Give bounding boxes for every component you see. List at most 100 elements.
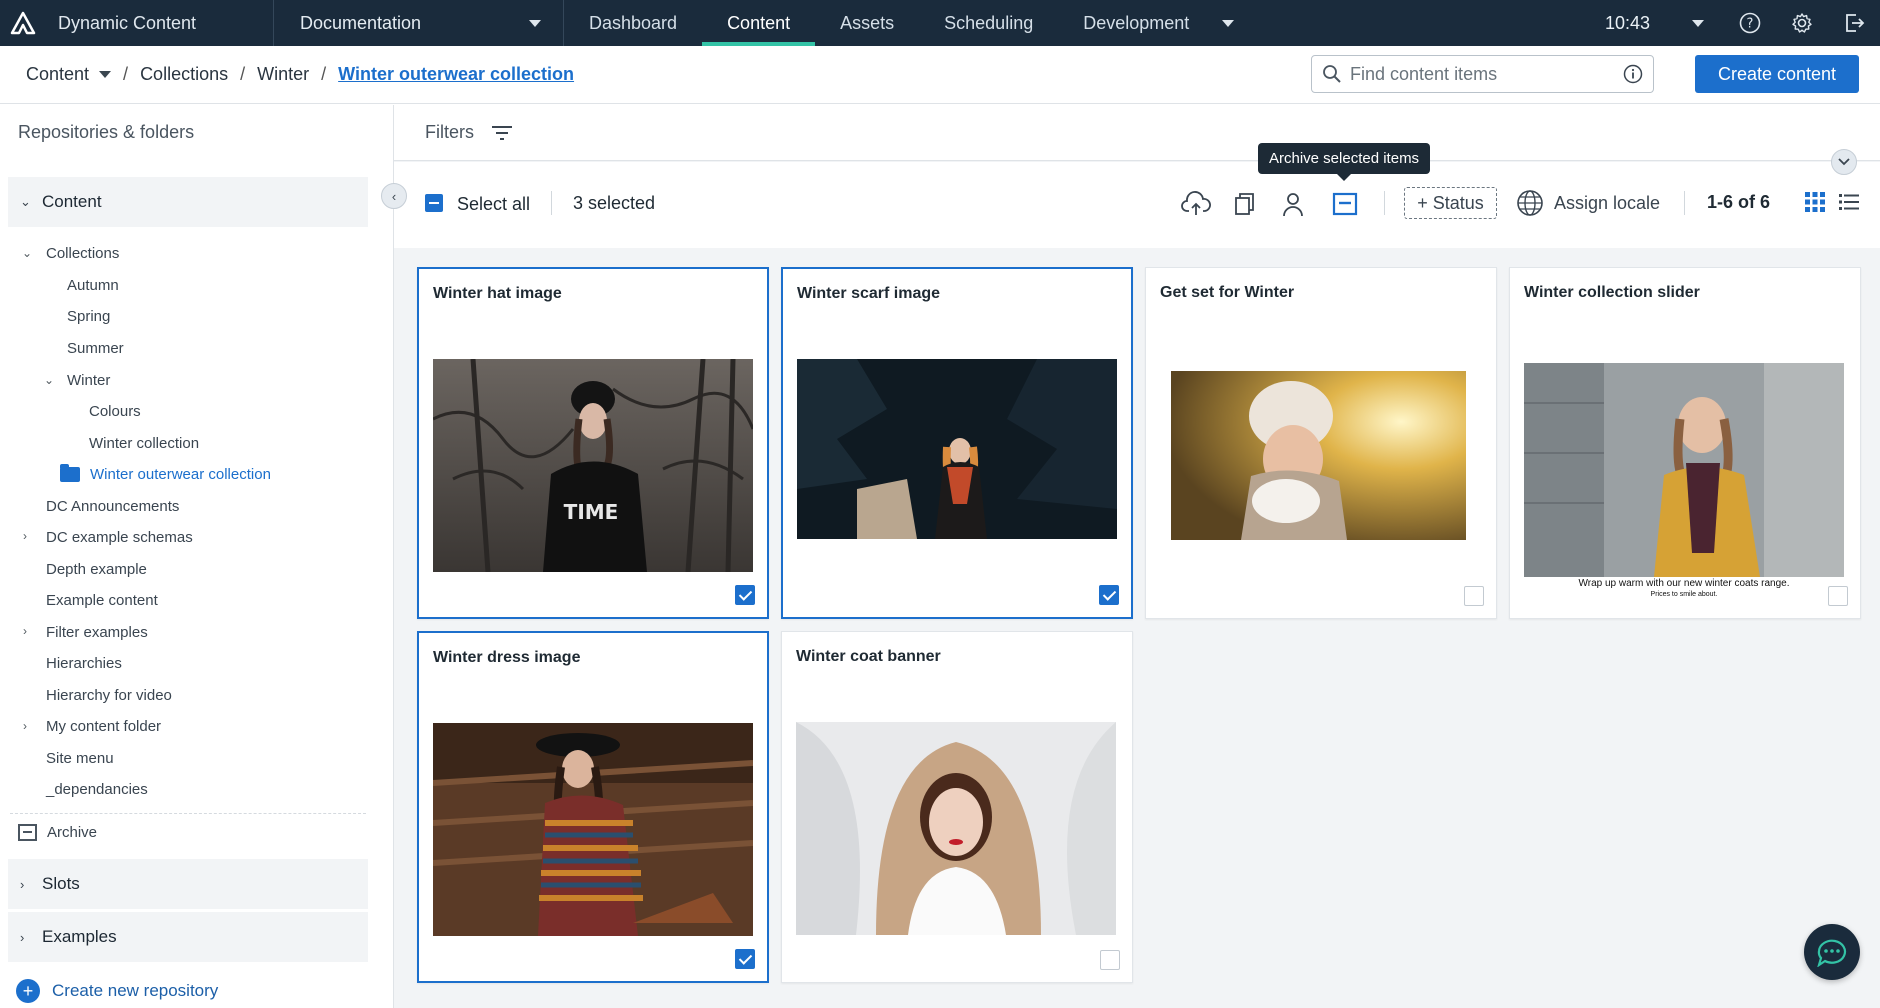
nav-content[interactable]: Content	[702, 0, 816, 46]
content-card[interactable]: Winter collection slider Wrap up warm wi…	[1509, 267, 1861, 619]
breadcrumb-separator: /	[321, 64, 327, 84]
chevron-right-icon: ›	[20, 876, 25, 892]
chat-icon[interactable]	[1804, 924, 1860, 980]
archive-icon[interactable]	[1329, 188, 1361, 220]
group-label: Examples	[42, 927, 117, 946]
info-icon[interactable]	[1623, 64, 1643, 84]
create-repo-label: Create new repository	[52, 981, 219, 1000]
tree-item-winter-collection[interactable]: Winter collection	[89, 432, 199, 454]
chevron-right-icon[interactable]: ›	[23, 624, 27, 638]
breadcrumb-current[interactable]: Winter outerwear collection	[338, 64, 574, 85]
sidebar-title: Repositories & folders	[18, 122, 195, 142]
chevron-down-icon[interactable]	[99, 71, 112, 78]
tree-item-winter[interactable]: Winter	[67, 369, 110, 391]
divider	[1684, 191, 1685, 215]
card-thumbnail: TIME	[433, 359, 753, 572]
grid-view-icon[interactable]	[1804, 191, 1826, 213]
content-card[interactable]: Winter dress image	[417, 631, 769, 983]
sidebar-archive[interactable]: Archive	[18, 824, 97, 841]
list-view-icon[interactable]	[1838, 191, 1860, 213]
card-checkbox[interactable]	[735, 949, 755, 969]
tree-item-colours[interactable]: Colours	[89, 400, 141, 422]
hub-selector[interactable]: Documentation	[274, 0, 564, 46]
card-thumbnail	[796, 722, 1116, 935]
add-status-button[interactable]: + Status	[1404, 187, 1497, 219]
chevron-right-icon[interactable]: ›	[23, 719, 27, 733]
card-thumbnail	[1524, 363, 1844, 577]
upload-cloud-icon[interactable]	[1180, 188, 1212, 220]
tree-item-depth-example[interactable]: Depth example	[46, 558, 147, 580]
content-card[interactable]: Winter scarf image	[781, 267, 1133, 619]
card-title: Winter scarf image	[797, 285, 941, 302]
assign-user-icon[interactable]	[1277, 188, 1309, 220]
tree-item-summer[interactable]: Summer	[67, 337, 124, 359]
tree-item-filter-examples[interactable]: Filter examples	[46, 621, 148, 643]
amplience-logo-icon[interactable]	[0, 0, 46, 46]
tree-item-my-content-folder[interactable]: My content folder	[46, 715, 161, 737]
tree-item-winter-outerwear[interactable]: Winter outerwear collection	[60, 463, 271, 485]
chevron-down-icon	[529, 19, 541, 27]
content-card[interactable]: Winter hat image TIME	[417, 267, 769, 619]
select-all-label[interactable]: Select all	[457, 194, 530, 215]
sidebar: Repositories & folders ⌄ Content ⌄ Colle…	[0, 105, 394, 1008]
slider-caption: Wrap up warm with our new winter coats r…	[1578, 578, 1790, 589]
nav-scheduling[interactable]: Scheduling	[919, 0, 1058, 46]
nav-more-chevron-icon[interactable]	[1214, 0, 1235, 46]
breadcrumb-root[interactable]: Content	[26, 64, 89, 85]
tree-item-dc-announcements[interactable]: DC Announcements	[46, 495, 179, 517]
tree-item-collections[interactable]: Collections	[46, 242, 119, 264]
card-checkbox[interactable]	[1464, 586, 1484, 606]
tree-item-dependancies[interactable]: _dependancies	[46, 778, 148, 800]
breadcrumb-winter[interactable]: Winter	[257, 64, 309, 85]
sign-out-icon[interactable]	[1828, 0, 1880, 46]
content-card[interactable]: Get set for Winter	[1145, 267, 1497, 619]
nav-dashboard[interactable]: Dashboard	[564, 0, 702, 46]
content-card[interactable]: Winter coat banner	[781, 631, 1133, 983]
plus-icon: +	[16, 979, 40, 1003]
tree-item-hierarchies[interactable]: Hierarchies	[46, 652, 122, 674]
chevron-down-icon[interactable]: ⌄	[22, 246, 32, 260]
card-checkbox[interactable]	[1828, 586, 1848, 606]
filters-bar[interactable]: Filters	[394, 105, 1880, 161]
group-label: Slots	[42, 874, 80, 893]
breadcrumb-collections[interactable]: Collections	[140, 64, 228, 85]
tree-item-site-menu[interactable]: Site menu	[46, 747, 114, 769]
card-checkbox[interactable]	[735, 585, 755, 605]
copy-icon[interactable]	[1228, 188, 1260, 220]
main-nav: Dashboard Content Assets Scheduling Deve…	[564, 0, 1214, 46]
archive-tooltip: Archive selected items	[1258, 143, 1431, 181]
card-thumbnail	[1171, 371, 1466, 540]
chevron-right-icon: ›	[20, 929, 25, 945]
card-checkbox[interactable]	[1099, 585, 1119, 605]
help-icon[interactable]: ?	[1724, 0, 1776, 46]
card-title: Winter coat banner	[796, 648, 941, 665]
tree-item-hierarchy-video[interactable]: Hierarchy for video	[46, 684, 172, 706]
select-all-checkbox[interactable]	[425, 194, 443, 212]
collapse-sidebar-chevron-left-icon[interactable]: ‹	[381, 183, 407, 209]
chevron-right-icon[interactable]: ›	[23, 529, 27, 543]
sidebar-group-slots[interactable]: › Slots	[8, 859, 368, 909]
tree-item-dc-example-schemas[interactable]: DC example schemas	[46, 526, 193, 548]
card-checkbox[interactable]	[1100, 950, 1120, 970]
tree-item-autumn[interactable]: Autumn	[67, 274, 119, 296]
create-new-repository-button[interactable]: + Create new repository	[16, 979, 218, 1003]
svg-text:TIME: TIME	[564, 500, 619, 524]
sidebar-group-content[interactable]: ⌄ Content	[8, 177, 368, 227]
archive-label: Archive	[47, 824, 98, 841]
nav-assets[interactable]: Assets	[815, 0, 919, 46]
create-content-button[interactable]: Create content	[1695, 55, 1859, 93]
filter-icon[interactable]	[490, 123, 514, 143]
tree-item-spring[interactable]: Spring	[67, 305, 110, 327]
gear-icon[interactable]	[1776, 0, 1828, 46]
tree-item-example-content[interactable]: Example content	[46, 589, 158, 611]
nav-development[interactable]: Development	[1058, 0, 1214, 46]
clock-time: 10:43	[1604, 12, 1650, 33]
search-input[interactable]	[1350, 63, 1623, 85]
expand-chevron-down-icon[interactable]	[1831, 149, 1857, 175]
search-box[interactable]	[1311, 55, 1654, 93]
card-thumbnail	[433, 723, 753, 936]
assign-locale-button[interactable]: Assign locale	[1516, 187, 1660, 219]
chevron-down-icon[interactable]: ⌄	[44, 373, 54, 387]
time-dropdown-chevron-icon[interactable]	[1672, 0, 1724, 46]
sidebar-group-examples[interactable]: › Examples	[8, 912, 368, 962]
